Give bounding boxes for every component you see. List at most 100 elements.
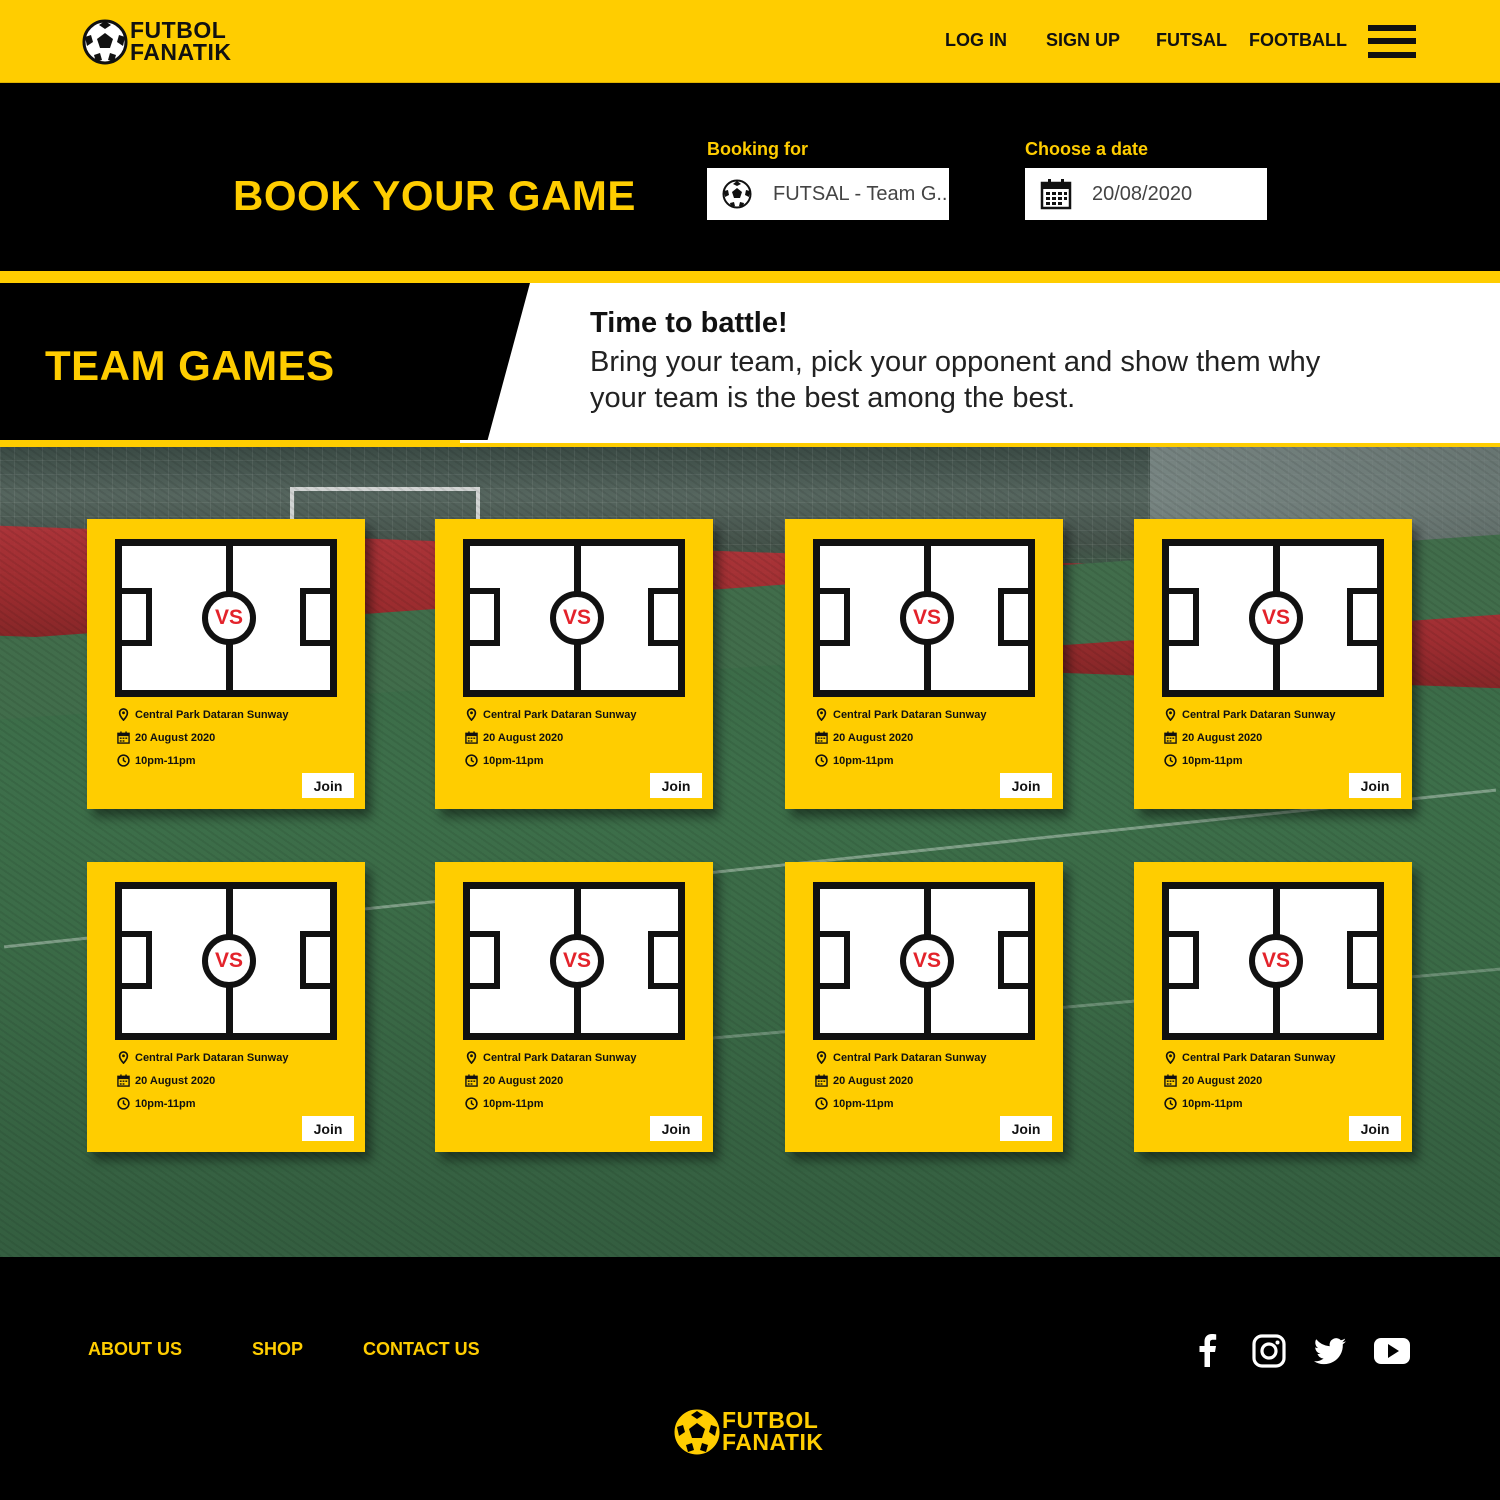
location-pin-icon: [466, 708, 477, 721]
twitter-icon[interactable]: [1312, 1333, 1348, 1369]
game-card: VS Central Park Dataran Sunway 20 August 2…: [1134, 862, 1412, 1152]
vs-label: VS: [900, 591, 954, 645]
game-date: 20 August 2020: [815, 731, 913, 744]
calendar-icon: [1164, 731, 1177, 744]
top-navbar: FUTBOL FANATIK LOG IN SIGN UP FUTSAL FOO…: [0, 0, 1500, 83]
game-date: 20 August 2020: [117, 731, 215, 744]
calendar-icon: [1164, 1074, 1177, 1087]
location-pin-icon: [816, 1051, 827, 1064]
clock-icon: [117, 754, 130, 767]
game-location: Central Park Dataran Sunway: [465, 708, 636, 721]
date-label: Choose a date: [1025, 139, 1149, 159]
join-button[interactable]: Join: [1000, 1116, 1052, 1141]
game-date: 20 August 2020: [1164, 1074, 1262, 1087]
court-diagram: VS: [813, 882, 1035, 1040]
court-diagram: VS: [115, 882, 337, 1040]
game-card: VS Central Park Dataran Sunway 20 August 2…: [785, 862, 1063, 1152]
game-time: 10pm-11pm: [1164, 754, 1243, 767]
court-diagram: VS: [115, 539, 337, 697]
game-date-text: 20 August 2020: [135, 1074, 216, 1087]
join-button[interactable]: Join: [1000, 773, 1052, 798]
nav-football[interactable]: FOOTBALL: [1249, 30, 1347, 51]
game-location: Central Park Dataran Sunway: [117, 708, 288, 721]
nav-login[interactable]: LOG IN: [945, 30, 1007, 51]
join-button[interactable]: Join: [302, 1116, 354, 1141]
nav-futsal[interactable]: FUTSAL: [1156, 30, 1227, 51]
clock-icon: [117, 1097, 130, 1110]
brand-line2: FANATIK: [722, 1429, 824, 1455]
game-location-text: Central Park Dataran Sunway: [1182, 708, 1336, 721]
instagram-icon[interactable]: [1251, 1333, 1287, 1369]
calendar-icon: [117, 1074, 130, 1087]
footer-about-link[interactable]: ABOUT US: [88, 1339, 182, 1360]
booking-for-select[interactable]: FUTSAL - Team G..: [707, 168, 949, 220]
team-games-title: TEAM GAMES: [45, 342, 335, 389]
soccer-ball-icon: [722, 179, 752, 209]
hamburger-menu-icon[interactable]: [1368, 25, 1416, 58]
game-card: VS Central Park Dataran Sunway 20 August 2…: [87, 519, 365, 809]
date-value: 20/08/2020: [1092, 182, 1193, 205]
date-picker[interactable]: 20/08/2020: [1025, 168, 1267, 220]
game-card: VS Central Park Dataran Sunway 20 August 2…: [435, 862, 713, 1152]
join-button[interactable]: Join: [1349, 1116, 1401, 1141]
clock-icon: [465, 754, 478, 767]
vs-label: VS: [1249, 934, 1303, 988]
game-location: Central Park Dataran Sunway: [815, 708, 986, 721]
clock-icon: [1164, 754, 1177, 767]
footer-brand-logo[interactable]: FUTBOL FANATIK: [674, 1409, 823, 1455]
game-time-text: 10pm-11pm: [483, 1097, 544, 1110]
game-date-text: 20 August 2020: [483, 1074, 564, 1087]
join-button[interactable]: Join: [650, 1116, 702, 1141]
divider-stripe: [0, 271, 1500, 283]
game-location-text: Central Park Dataran Sunway: [483, 708, 637, 721]
vs-label: VS: [202, 934, 256, 988]
facebook-icon[interactable]: [1190, 1333, 1226, 1369]
game-time-text: 10pm-11pm: [833, 1097, 894, 1110]
game-date: 20 August 2020: [1164, 731, 1262, 744]
calendar-icon: [1040, 179, 1072, 210]
game-date: 20 August 2020: [117, 1074, 215, 1087]
game-location-text: Central Park Dataran Sunway: [833, 1051, 987, 1064]
game-date-text: 20 August 2020: [833, 1074, 914, 1087]
booking-section: BOOK YOUR GAME Booking for FUTSAL - Team…: [0, 84, 1500, 271]
game-date-text: 20 August 2020: [483, 731, 564, 744]
brand-logo[interactable]: FUTBOL FANATIK: [82, 19, 231, 65]
court-diagram: VS: [1162, 539, 1384, 697]
game-card: VS Central Park Dataran Sunway 20 August 2…: [785, 519, 1063, 809]
game-card: VS Central Park Dataran Sunway 20 August 2…: [1134, 519, 1412, 809]
join-button[interactable]: Join: [302, 773, 354, 798]
game-date: 20 August 2020: [465, 1074, 563, 1087]
game-time-text: 10pm-11pm: [483, 754, 544, 767]
game-card: VS Central Park Dataran Sunway 20 August 2…: [435, 519, 713, 809]
footer: ABOUT US SHOP CONTACT US FUTBOL FANATIK: [0, 1257, 1500, 1500]
nav-signup[interactable]: SIGN UP: [1046, 30, 1120, 51]
game-time-text: 10pm-11pm: [135, 754, 196, 767]
location-pin-icon: [118, 708, 129, 721]
game-location: Central Park Dataran Sunway: [1164, 708, 1335, 721]
game-time: 10pm-11pm: [117, 754, 196, 767]
divider-stripe: [0, 440, 460, 447]
vs-label: VS: [550, 591, 604, 645]
calendar-icon: [117, 731, 130, 744]
join-button[interactable]: Join: [650, 773, 702, 798]
game-location: Central Park Dataran Sunway: [1164, 1051, 1335, 1064]
court-diagram: VS: [813, 539, 1035, 697]
footer-contact-link[interactable]: CONTACT US: [363, 1339, 480, 1360]
footer-shop-link[interactable]: SHOP: [252, 1339, 303, 1360]
game-location-text: Central Park Dataran Sunway: [135, 1051, 289, 1064]
brand-line2: FANATIK: [130, 39, 232, 65]
team-games-description: Bring your team, pick your opponent and …: [590, 346, 1321, 414]
game-location-text: Central Park Dataran Sunway: [833, 708, 987, 721]
join-button[interactable]: Join: [1349, 773, 1401, 798]
location-pin-icon: [1165, 1051, 1176, 1064]
clock-icon: [1164, 1097, 1177, 1110]
court-diagram: VS: [463, 539, 685, 697]
game-time: 10pm-11pm: [815, 754, 894, 767]
youtube-icon[interactable]: [1373, 1333, 1411, 1369]
game-time-text: 10pm-11pm: [135, 1097, 196, 1110]
game-time: 10pm-11pm: [465, 1097, 544, 1110]
court-diagram: VS: [463, 882, 685, 1040]
clock-icon: [815, 754, 828, 767]
game-date-text: 20 August 2020: [1182, 731, 1263, 744]
booking-for-value: FUTSAL - Team G..: [773, 182, 948, 205]
